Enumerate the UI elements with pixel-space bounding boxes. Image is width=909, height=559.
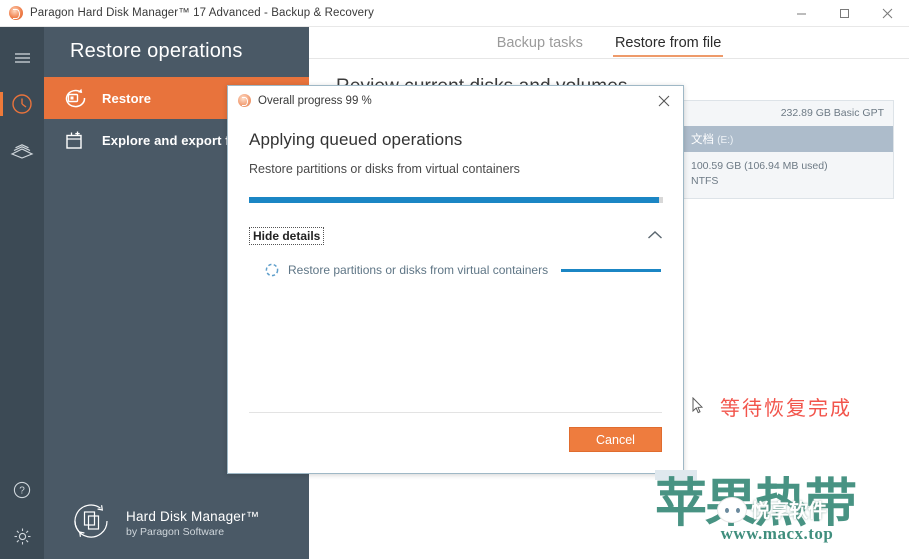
tab-backup-tasks[interactable]: Backup tasks <box>495 32 585 57</box>
paragon-icon <box>9 6 23 20</box>
hide-details-link[interactable]: Hide details <box>249 227 325 245</box>
brand-footer: Hard Disk Manager™ by Paragon Software <box>44 487 309 559</box>
dialog-subtitle: Restore partitions or disks from virtual… <box>249 162 520 176</box>
application-window: Paragon Hard Disk Manager™ 17 Advanced -… <box>0 0 909 559</box>
rail-top-spacer <box>0 27 44 35</box>
task-row: Restore partitions or disks from virtual… <box>249 263 663 277</box>
hard-disk-manager-logo <box>70 500 112 547</box>
clock-history-icon <box>12 94 32 114</box>
cancel-button[interactable]: Cancel <box>569 427 662 452</box>
dialog-body: Applying queued operations Restore parti… <box>228 115 683 277</box>
volume-header[interactable]: 文档 (E:) <box>681 126 893 152</box>
progress-dialog: Overall progress 99 % Applying queued op… <box>227 85 850 474</box>
spinner-icon <box>265 263 279 277</box>
close-icon[interactable] <box>645 86 683 115</box>
task-label: Restore partitions or disks from virtual… <box>288 263 549 277</box>
brand-vendor: by Paragon Software <box>126 525 225 538</box>
overall-progress-bar <box>249 197 663 203</box>
mouse-pointer-icon <box>692 396 704 414</box>
maximize-icon[interactable] <box>823 0 866 27</box>
restore-icon <box>62 87 88 109</box>
dialog-heading: Applying queued operations <box>249 130 463 149</box>
volume-letter: (E:) <box>717 135 734 146</box>
rail-bottom-group: ? <box>0 467 44 559</box>
tab-bar: Backup tasks Restore from file <box>309 27 909 57</box>
paragon-icon <box>238 94 251 107</box>
gear-icon[interactable] <box>0 513 44 559</box>
volume-name: 文档 <box>691 134 714 146</box>
overall-progress-fill <box>249 197 659 203</box>
overlay-note: 等待恢复完成 <box>720 396 852 420</box>
volume-details: 100.59 GB (106.94 MB used) NTFS <box>681 152 893 198</box>
tab-restore-from-file[interactable]: Restore from file <box>612 32 724 57</box>
help-icon[interactable]: ? <box>0 467 44 513</box>
window-title: Paragon Hard Disk Manager™ 17 Advanced -… <box>30 7 374 19</box>
task-progress-bar <box>561 268 661 272</box>
sidebar-item-label: Restore <box>102 90 152 106</box>
disk-capacity-label: 232.89 GB Basic GPT <box>780 107 884 119</box>
rail-item-disks[interactable] <box>0 127 44 173</box>
icon-rail: ? <box>0 27 44 559</box>
sidebar-heading: Restore operations <box>70 40 243 62</box>
brand-text: Hard Disk Manager™ by Paragon Software <box>126 509 259 538</box>
dialog-footer-divider <box>249 412 662 413</box>
dialog-title: Overall progress 99 % <box>258 94 372 107</box>
brand-name: Hard Disk Manager™ <box>126 508 260 524</box>
export-files-icon <box>62 129 88 151</box>
disk-panel[interactable]: 232.89 GB Basic GPT 文档 (E:) 100.59 GB (1… <box>680 100 894 199</box>
svg-text:?: ? <box>19 486 25 497</box>
disk-stack-icon <box>10 144 34 159</box>
dialog-titlebar: Overall progress 99 % <box>228 86 683 115</box>
volume-size: 100.59 GB (106.94 MB used) <box>691 160 828 172</box>
close-icon[interactable] <box>866 0 909 27</box>
minimize-icon[interactable] <box>780 0 823 27</box>
window-controls <box>780 0 909 27</box>
hamburger-icon[interactable] <box>0 35 44 81</box>
rail-item-restore-history[interactable] <box>0 81 44 127</box>
details-toggle-row[interactable]: Hide details <box>249 227 663 245</box>
chevron-up-icon[interactable] <box>647 227 663 245</box>
volume-filesystem: NTFS <box>691 175 719 187</box>
window-titlebar: Paragon Hard Disk Manager™ 17 Advanced -… <box>0 0 909 27</box>
